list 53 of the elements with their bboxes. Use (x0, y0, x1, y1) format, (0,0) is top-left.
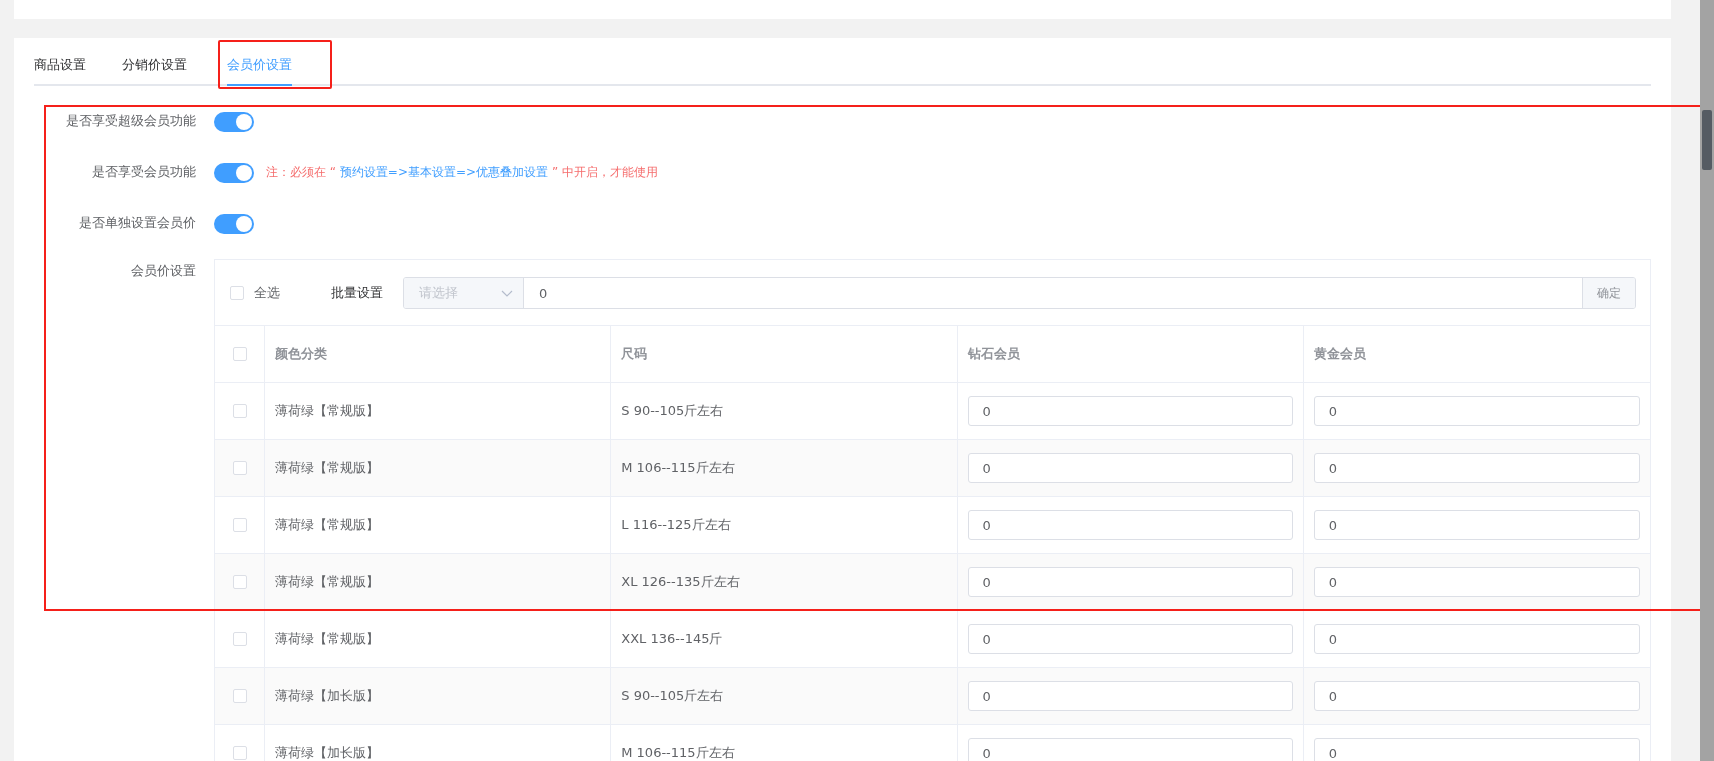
table-cell: 薄荷绿【常规版】 (275, 459, 379, 477)
input-field[interactable]: 0 (1313, 453, 1640, 483)
input-field[interactable]: 0 (1313, 681, 1640, 711)
checkbox[interactable] (232, 632, 247, 646)
input-field[interactable]: 0 (967, 738, 1293, 761)
input-field[interactable]: 0 (967, 453, 1293, 483)
table-cell: L 116--125斤左右 (621, 516, 731, 534)
checkbox[interactable] (230, 286, 244, 300)
column-header: 尺码 (621, 345, 648, 363)
table-cell: XXL 136--145斤 (621, 630, 723, 648)
column-header: 颜色分类 (275, 345, 327, 363)
input-field[interactable]: 0 (967, 624, 1293, 654)
table-cell: 薄荷绿【加长版】 (275, 744, 379, 761)
setting-label: 会员价设置 (130, 262, 197, 280)
toggle-switch[interactable] (214, 162, 254, 183)
checkbox[interactable] (232, 518, 247, 532)
input-field[interactable]: 0 (1313, 567, 1640, 597)
table-cell: 薄荷绿【加长版】 (275, 687, 379, 705)
input-field[interactable]: 0 (1313, 624, 1640, 654)
toggle-switch[interactable] (214, 213, 254, 234)
input-field[interactable]: 0 (1313, 738, 1640, 761)
select-all-label[interactable]: 全选 (254, 284, 280, 302)
checkbox[interactable] (232, 461, 247, 475)
note-text: 注：必须在 “ 预约设置=>基本设置=>优惠叠加设置 ” 中开启，才能使用 (266, 164, 658, 181)
table-cell: 薄荷绿【常规版】 (275, 630, 379, 648)
input-field[interactable]: 0 (967, 396, 1293, 426)
tab[interactable]: 分销价设置 (122, 56, 187, 86)
table-cell: 薄荷绿【常规版】 (275, 516, 379, 534)
toggle-switch[interactable] (214, 111, 254, 132)
table-cell: XL 126--135斤左右 (621, 573, 740, 591)
table-cell: S 90--105斤左右 (621, 402, 724, 420)
input-field[interactable]: 0 (1313, 510, 1640, 540)
table-cell: M 106--115斤左右 (621, 459, 735, 477)
checkbox[interactable] (232, 575, 247, 589)
input-field[interactable]: 0 (967, 567, 1293, 597)
checkbox[interactable] (232, 404, 247, 418)
table-cell: 薄荷绿【常规版】 (275, 573, 379, 591)
batch-label: 批量设置 (331, 284, 383, 302)
table-cell: 薄荷绿【常规版】 (275, 402, 379, 420)
table-cell: S 90--105斤左右 (621, 687, 724, 705)
input-field[interactable]: 0 (1313, 396, 1640, 426)
tab[interactable]: 商品设置 (34, 56, 86, 86)
setting-label: 是否单独设置会员价 (78, 215, 197, 232)
column-header: 钻石会员 (967, 345, 1020, 363)
table-cell: M 106--115斤左右 (621, 744, 735, 761)
checkbox[interactable] (232, 347, 247, 361)
checkbox[interactable] (232, 689, 247, 703)
setting-label: 是否享受会员功能 (91, 164, 197, 181)
input-field[interactable]: 0 (967, 681, 1293, 711)
setting-label: 是否享受超级会员功能 (65, 113, 197, 130)
input-field[interactable]: 0 (967, 510, 1293, 540)
column-header: 黄金会员 (1313, 345, 1366, 363)
checkbox[interactable] (232, 746, 247, 760)
